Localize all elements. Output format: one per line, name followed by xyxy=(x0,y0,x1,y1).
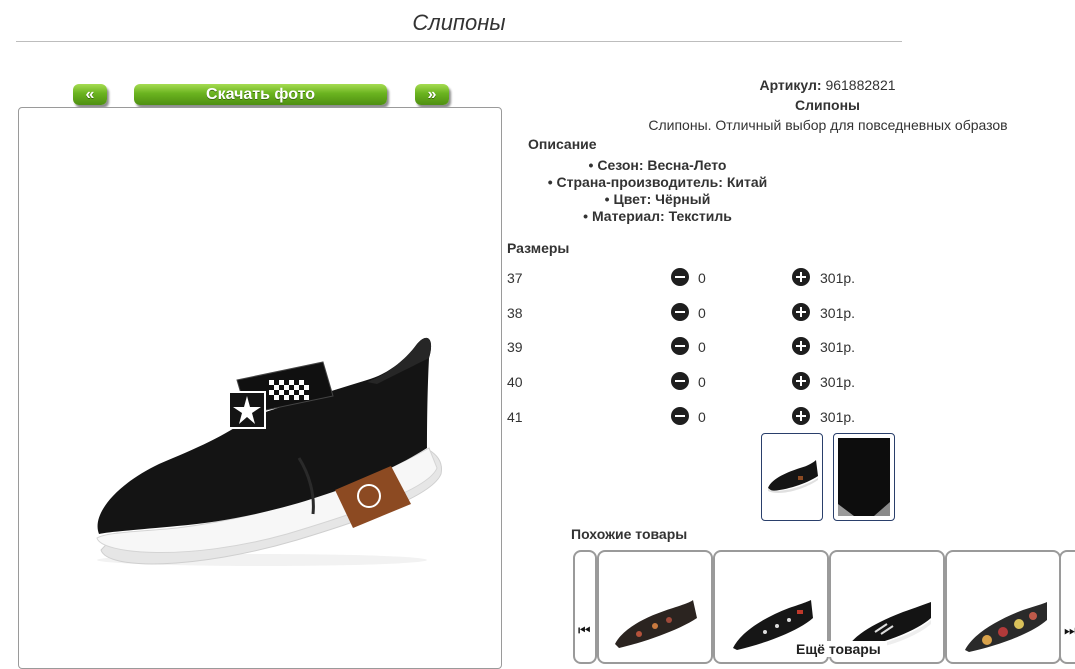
quantity-value: 0 xyxy=(698,409,706,425)
photo-thumbnail[interactable] xyxy=(833,433,895,521)
sizes-heading: Размеры xyxy=(507,240,570,256)
size-row: 37 0 301р. xyxy=(507,268,907,288)
size-row: 39 0 301р. xyxy=(507,337,907,357)
main-product-photo[interactable] xyxy=(18,107,502,669)
feature-season: Сезон: Весна-Лето xyxy=(505,157,810,174)
skip-forward-icon: ⏭ xyxy=(1064,622,1075,638)
size-row: 38 0 301р. xyxy=(507,303,907,323)
minus-circle-icon[interactable] xyxy=(671,303,689,321)
size-row: 41 0 301р. xyxy=(507,407,907,427)
quantity-value: 0 xyxy=(698,305,706,321)
product-name: Слипоны xyxy=(794,97,861,113)
next-photo-button[interactable]: » xyxy=(415,84,449,105)
slip-on-shoe-image xyxy=(96,337,442,566)
size-row: 40 0 301р. xyxy=(507,372,907,392)
photo-thumbnail[interactable] xyxy=(761,433,823,521)
size-value: 38 xyxy=(507,305,523,321)
prev-photo-button[interactable]: « xyxy=(73,84,107,105)
feature-country: Страна-производитель: Китай xyxy=(505,174,810,191)
minus-circle-icon[interactable] xyxy=(671,337,689,355)
page-title: Слипоны xyxy=(412,10,506,35)
size-price: 301р. xyxy=(820,305,856,321)
size-value: 39 xyxy=(507,339,523,355)
size-price: 301р. xyxy=(820,339,856,355)
plus-circle-icon[interactable] xyxy=(792,407,810,425)
minus-circle-icon[interactable] xyxy=(671,268,689,286)
article-value: 961882821 xyxy=(825,77,896,93)
carousel-next-button[interactable]: ⏭ xyxy=(1059,550,1075,664)
size-price: 301р. xyxy=(820,409,856,425)
plus-circle-icon[interactable] xyxy=(792,303,810,321)
minus-circle-icon[interactable] xyxy=(671,372,689,390)
description-heading: Описание xyxy=(528,136,597,152)
similar-product-card[interactable] xyxy=(597,550,713,664)
plus-circle-icon[interactable] xyxy=(792,268,810,286)
download-photo-button[interactable]: Скачать фото xyxy=(134,84,387,105)
similar-products-heading: Похожие товары xyxy=(571,526,688,542)
size-value: 40 xyxy=(507,374,523,390)
size-price: 301р. xyxy=(820,374,856,390)
similar-product-card[interactable] xyxy=(945,550,1061,664)
article-number: Артикул: 961882821 xyxy=(700,77,955,93)
feature-list: Сезон: Весна-Лето Страна-производитель: … xyxy=(505,157,810,225)
quantity-value: 0 xyxy=(698,270,706,286)
feature-material: Материал: Текстиль xyxy=(505,208,810,225)
article-label: Артикул: xyxy=(759,77,822,93)
product-description: Слипоны. Отличный выбор для повседневных… xyxy=(648,117,1008,133)
skip-back-icon: ⏮ xyxy=(578,622,591,638)
plus-circle-icon[interactable] xyxy=(792,372,810,390)
more-products-link[interactable]: Ещё товары xyxy=(790,641,887,657)
size-value: 41 xyxy=(507,409,523,425)
title-divider xyxy=(16,41,902,42)
flower-print-shoe-image xyxy=(965,602,1047,652)
size-value: 37 xyxy=(507,270,523,286)
size-price: 301р. xyxy=(820,270,856,286)
feature-color: Цвет: Чёрный xyxy=(505,191,810,208)
quantity-value: 0 xyxy=(698,339,706,355)
shoe-thumbnail-image xyxy=(768,460,818,493)
fabric-closeup-image xyxy=(838,438,890,516)
carousel-prev-button[interactable]: ⏮ xyxy=(573,550,597,664)
floral-shoe-image xyxy=(615,600,697,648)
minus-circle-icon[interactable] xyxy=(671,407,689,425)
quantity-value: 0 xyxy=(698,374,706,390)
plus-circle-icon[interactable] xyxy=(792,337,810,355)
